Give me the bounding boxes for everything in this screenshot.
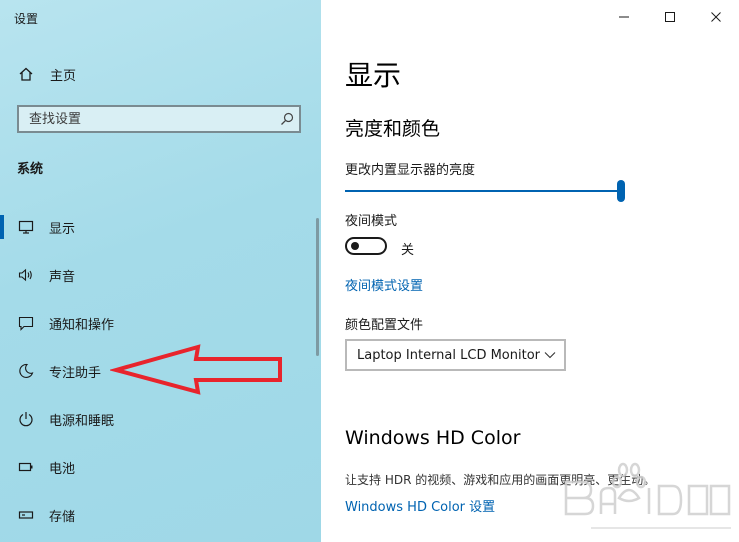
page-title: 显示 (345, 59, 402, 92)
sidebar-section-header: 系统 (17, 162, 44, 177)
window-title: 设置 (14, 12, 39, 26)
night-light-label: 夜间模式 (345, 214, 398, 229)
brightness-label: 更改内置显示器的亮度 (345, 163, 476, 178)
sidebar-item-power-sleep[interactable]: 电源和睡眠 (0, 395, 321, 443)
brightness-slider-thumb[interactable] (617, 180, 625, 202)
night-light-toggle[interactable] (345, 237, 387, 255)
sidebar-home[interactable]: 主页 (18, 64, 76, 84)
sidebar-item-label: 电源和睡眠 (49, 413, 115, 429)
sidebar-item-display[interactable]: 显示 (0, 203, 321, 251)
sidebar: 设置 主页 系统 (0, 0, 321, 542)
search-icon[interactable] (280, 112, 294, 126)
brightness-section-title: 亮度和颜色 (345, 118, 441, 140)
search-input[interactable] (19, 107, 279, 131)
sidebar-item-label: 专注助手 (49, 365, 102, 381)
minimize-button[interactable] (601, 0, 647, 34)
search-box[interactable] (17, 105, 301, 133)
night-light-settings-link[interactable]: 夜间模式设置 (345, 275, 423, 294)
close-button[interactable] (693, 0, 739, 34)
home-icon (19, 67, 33, 81)
night-light-toggle-state: 关 (401, 243, 415, 258)
sidebar-item-label: 电池 (49, 461, 76, 477)
sidebar-item-label: 通知和操作 (49, 317, 115, 333)
annotation-arrow-icon (110, 344, 282, 395)
sidebar-item-storage[interactable]: 存储 (0, 491, 321, 539)
sidebar-item-notifications[interactable]: 通知和操作 (0, 299, 321, 347)
baidu-watermark-icon (564, 462, 731, 529)
message-icon (17, 314, 35, 332)
battery-icon (17, 458, 35, 476)
sidebar-item-sound[interactable]: 声音 (0, 251, 321, 299)
maximize-icon (665, 12, 675, 22)
sidebar-item-label: 显示 (49, 221, 76, 237)
sidebar-home-label: 主页 (50, 68, 77, 84)
toggle-knob (351, 242, 359, 250)
hd-color-title: Windows HD Color (345, 427, 521, 449)
sidebar-item-label: 存储 (49, 509, 76, 525)
sidebar-item-label: 声音 (49, 269, 76, 285)
power-icon (17, 410, 35, 428)
window-controls (601, 0, 739, 34)
brightness-slider-track[interactable] (345, 190, 621, 192)
storage-icon (17, 506, 35, 524)
color-profile-label: 颜色配置文件 (345, 318, 424, 333)
sidebar-scrollbar[interactable] (316, 218, 319, 356)
minimize-icon (619, 16, 629, 18)
monitor-icon (17, 218, 35, 236)
chevron-down-icon (544, 352, 556, 359)
color-profile-value: Laptop Internal LCD Monitor (357, 348, 541, 363)
speaker-icon (17, 266, 35, 284)
close-icon (711, 12, 721, 22)
settings-window: 设置 主页 系统 (0, 0, 739, 542)
hd-color-settings-link[interactable]: Windows HD Color 设置 (345, 496, 495, 515)
maximize-button[interactable] (647, 0, 693, 34)
color-profile-dropdown[interactable]: Laptop Internal LCD Monitor (345, 339, 566, 371)
sidebar-item-battery[interactable]: 电池 (0, 443, 321, 491)
main-panel: 显示 亮度和颜色 更改内置显示器的亮度 夜间模式 关 夜间模式设置 颜色配置文件… (321, 0, 739, 542)
moon-icon (17, 362, 35, 380)
